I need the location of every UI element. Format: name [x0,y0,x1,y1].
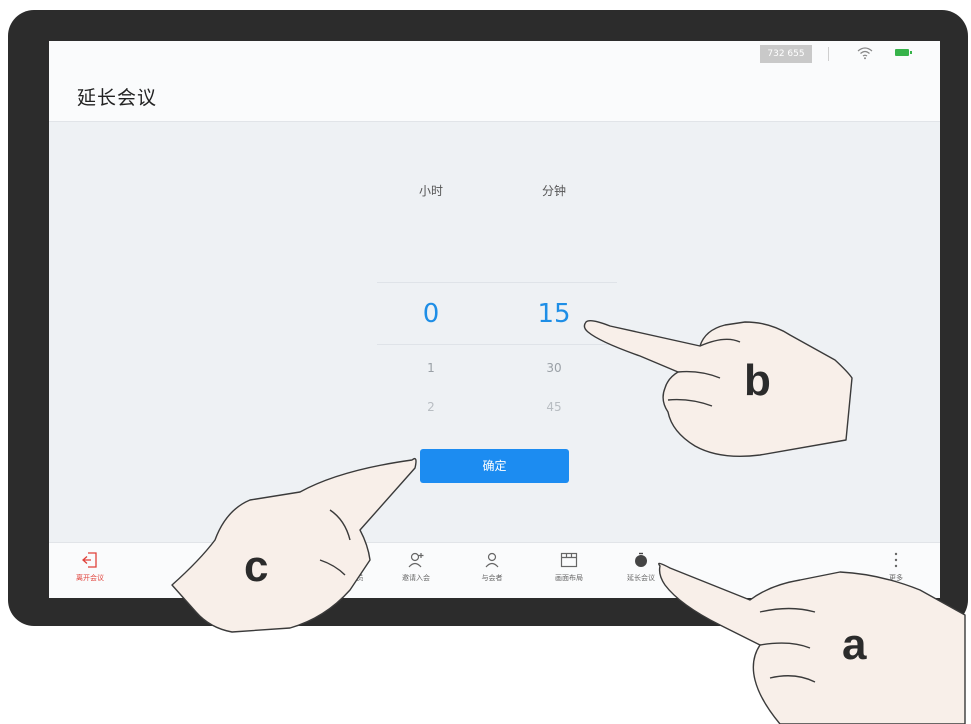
pointing-hand-icon [171,457,417,633]
callout-label-a: a [842,620,867,669]
hand-overlay [171,319,966,724]
pointing-hand-icon [583,319,853,457]
callout-label-c: c [244,542,269,591]
pointing-hand-icon [658,562,966,724]
callout-label-b: b [744,356,771,405]
